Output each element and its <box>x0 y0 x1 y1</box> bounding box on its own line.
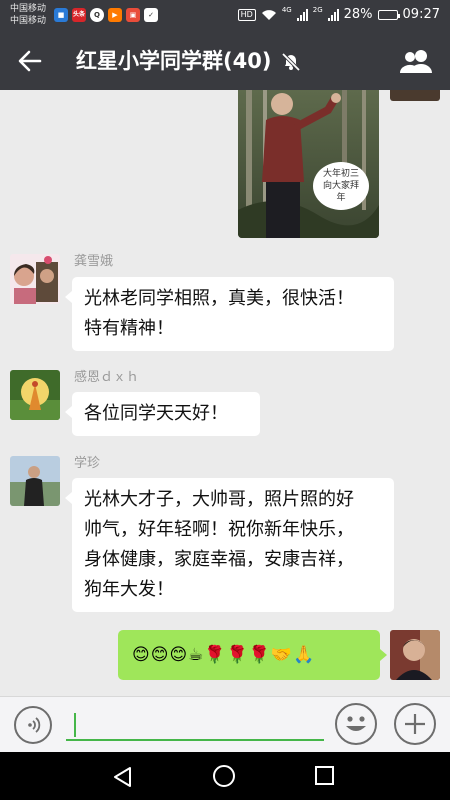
battery-icon <box>377 9 400 20</box>
nav-home-button[interactable] <box>213 765 235 787</box>
message-bubble[interactable]: 各位同学天天好！ <box>65 392 260 436</box>
bell-off-icon <box>281 52 301 76</box>
photo-app-icon: ■ <box>54 8 68 22</box>
photo-caption: 大年初三向大家拜年 <box>322 169 359 203</box>
nav-recents-button[interactable] <box>315 766 334 785</box>
sender-name: 感恩ｄｘｈ <box>74 370 140 385</box>
video-app-icon: ▶ <box>108 8 122 22</box>
photo-message[interactable]: 大年初三向大家拜年 <box>238 90 379 238</box>
message-bubble[interactable]: 光林老同学相照，真美，很快活！ 特有精神！ <box>65 277 394 351</box>
voice-icon <box>28 717 41 733</box>
carrier-2: 中国移动 <box>10 16 47 26</box>
back-button[interactable] <box>14 46 46 76</box>
message-line: 狗年大发！ <box>84 579 174 600</box>
triangle-back-icon <box>114 767 131 787</box>
forest-photo <box>238 90 379 238</box>
chat-header: 红星小学同学群(40) <box>0 32 450 90</box>
wifi-icon <box>261 9 276 20</box>
more-button[interactable] <box>394 703 436 745</box>
sender-name: 龚雪娥 <box>74 254 114 269</box>
carrier-1: 中国移动 <box>10 4 47 14</box>
network-type-1: 4G <box>281 6 292 14</box>
status-bar: 中国移动 中国移动 ■ 头条 Q ▶ ▣ ✓ HD 4G 2G 28% 09:2… <box>0 0 450 32</box>
my-avatar[interactable] <box>390 630 440 680</box>
signal-1-icon <box>296 8 308 21</box>
emoji-row: 😊😊😊☕🌹🌹🌹🤝🙏 <box>132 645 316 665</box>
group-members-button[interactable] <box>398 45 434 77</box>
message-bubble[interactable]: 光林大才子，大帅哥，照片照的好 帅气，好年轻啊！祝你新年快乐， 身体健康，家庭幸… <box>65 478 394 612</box>
nav-back-button[interactable] <box>112 766 134 792</box>
emoji-button[interactable] <box>335 703 377 745</box>
sender-avatar[interactable] <box>10 370 60 420</box>
notification-icons: ■ 头条 Q ▶ ▣ ✓ <box>54 8 158 22</box>
battery-percent: 28% <box>343 7 373 22</box>
message-item: 感恩ｄｘｈ 各位同学天天好！ <box>10 370 440 450</box>
smiley-icon <box>346 716 366 731</box>
message-line: 各位同学天天好！ <box>84 403 228 424</box>
toutiao-icon: 头条 <box>72 8 86 22</box>
message-item: 学珍 光林大才子，大帅哥，照片照的好 帅气，好年轻啊！祝你新年快乐， 身体健康，… <box>10 456 440 616</box>
my-message-bubble[interactable]: 😊😊😊☕🌹🌹🌹🤝🙏 <box>118 630 387 680</box>
group-icon <box>399 50 432 73</box>
message-line: 帅气，好年轻啊！祝你新年快乐， <box>84 519 354 540</box>
qq-icon: Q <box>90 8 104 22</box>
message-line: 特有精神！ <box>84 318 174 339</box>
sender-name: 学珍 <box>74 456 101 471</box>
message-line: 身体健康，家庭幸福，安康吉祥， <box>84 549 354 570</box>
arrow-left-icon <box>18 50 42 72</box>
status-indicators: HD 4G 2G 28% 09:27 <box>237 6 440 22</box>
hd-badge: HD <box>237 8 256 21</box>
text-caret <box>74 713 76 737</box>
system-nav-bar <box>0 752 450 800</box>
news-app-icon: ▣ <box>126 8 140 22</box>
message-line: 光林大才子，大帅哥，照片照的好 <box>84 489 354 510</box>
carrier-labels: 中国移动 中国移动 <box>10 3 46 27</box>
sender-avatar[interactable] <box>10 456 60 506</box>
sender-avatar[interactable] <box>10 254 60 304</box>
message-input[interactable] <box>66 709 324 741</box>
message-item: 龚雪娥 光林老同学相照，真美，很快活！ 特有精神！ <box>10 254 440 354</box>
voice-button[interactable] <box>14 706 52 744</box>
message-list[interactable]: 大年初三向大家拜年 龚雪娥 光林老同学相照，真美，很快活！ 特有精神！ 感恩ｄｘ… <box>0 90 450 696</box>
clipboard-icon: ✓ <box>144 8 158 22</box>
network-type-2: 2G <box>312 6 323 14</box>
signal-2-icon <box>327 8 339 21</box>
my-avatar-top[interactable] <box>390 90 440 101</box>
message-line: 光林老同学相照，真美，很快活！ <box>84 288 354 309</box>
group-title: 红星小学同学群(40) <box>76 49 272 73</box>
clock: 09:27 <box>402 7 440 22</box>
input-bar <box>0 696 450 752</box>
plus-icon <box>405 714 425 734</box>
